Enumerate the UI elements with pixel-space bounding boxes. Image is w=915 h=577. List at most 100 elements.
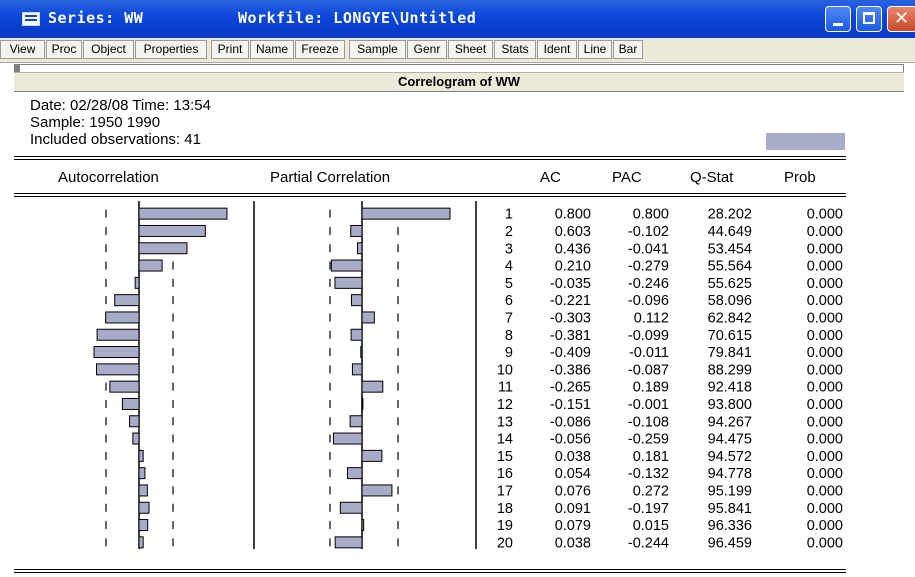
qstat-value: 70.615: [708, 328, 752, 344]
ac-bar: [96, 328, 140, 341]
ac-bar: [114, 294, 140, 307]
lag-value: 13: [497, 414, 513, 430]
qstat-value: 44.649: [708, 224, 752, 240]
ac-value: 0.054: [555, 466, 591, 482]
pac-bar: [361, 449, 383, 462]
ac-value: 0.091: [555, 501, 591, 517]
ac-bar: [134, 276, 140, 289]
qstat-value: 95.199: [708, 483, 752, 499]
lag-value: 14: [497, 432, 513, 448]
pac-bar: [334, 276, 363, 289]
ac-bar: [129, 415, 140, 428]
pac-value: 0.272: [633, 483, 669, 499]
qstat-value: 62.842: [708, 310, 752, 326]
prob-value: 0.000: [807, 241, 843, 257]
pac-bar: [349, 415, 363, 428]
ac-value: 0.076: [555, 483, 591, 499]
ac-value: -0.035: [550, 276, 591, 292]
qstat-value: 92.418: [708, 380, 752, 396]
qstat-value: 96.336: [708, 518, 752, 534]
pac-value: -0.001: [628, 397, 669, 413]
lag-value: 5: [505, 276, 513, 292]
ac-value: 0.436: [555, 241, 591, 257]
ac-bar: [109, 380, 140, 393]
lag-value: 6: [505, 293, 513, 309]
prob-value: 0.000: [807, 483, 843, 499]
prob-value: 0.000: [807, 362, 843, 378]
prob-value: 0.000: [807, 466, 843, 482]
pac-value: 0.181: [633, 449, 669, 465]
ac-bar: [138, 536, 144, 549]
lag-value: 20: [497, 535, 513, 551]
pac-value: -0.099: [628, 328, 669, 344]
prob-value: 0.000: [807, 259, 843, 275]
pac-bar: [333, 432, 363, 445]
prob-value: 0.000: [807, 276, 843, 292]
ac-bar: [138, 484, 148, 497]
ac-value: 0.079: [555, 518, 591, 534]
pac-bar: [330, 259, 363, 272]
qstat-value: 58.096: [708, 293, 752, 309]
qstat-value: 79.841: [708, 345, 752, 361]
qstat-value: 93.800: [708, 397, 752, 413]
lag-value: 1: [505, 207, 513, 223]
qstat-value: 55.564: [708, 259, 752, 275]
pac-value: -0.096: [628, 293, 669, 309]
pac-bar: [350, 224, 363, 237]
ac-value: -0.381: [550, 328, 591, 344]
pac-bar: [361, 207, 451, 220]
lag-value: 18: [497, 501, 513, 517]
ac-bar: [138, 224, 206, 237]
qstat-value: 96.459: [708, 535, 752, 551]
ac-value: 0.038: [555, 535, 591, 551]
pac-bar: [350, 328, 363, 341]
pac-value: 0.189: [633, 380, 669, 396]
ac-bar: [138, 467, 146, 480]
ac-value: -0.265: [550, 380, 591, 396]
ac-bar: [138, 259, 163, 272]
ac-value: 0.603: [555, 224, 591, 240]
bottom-rule-2: [14, 572, 846, 573]
ac-bar: [132, 432, 140, 445]
ac-bar: [138, 501, 150, 514]
pac-value: 0.800: [633, 207, 669, 223]
ac-value: -0.151: [550, 397, 591, 413]
pac-bar: [351, 363, 363, 376]
ac-value: -0.056: [550, 432, 591, 448]
prob-value: 0.000: [807, 224, 843, 240]
lag-value: 4: [505, 259, 513, 275]
pac-value: 0.015: [633, 518, 669, 534]
ac-bar: [105, 311, 140, 324]
pac-bar: [361, 311, 375, 324]
lag-value: 19: [497, 518, 513, 534]
lag-value: 9: [505, 345, 513, 361]
lag-value: 12: [497, 397, 513, 413]
pac-value: -0.246: [628, 276, 669, 292]
lag-value: 15: [497, 449, 513, 465]
lag-value: 8: [505, 328, 513, 344]
correlogram-window: Series: WW Workfile: LONGYE\Untitled ✕ V…: [0, 0, 915, 577]
lag-value: 11: [498, 380, 513, 396]
qstat-value: 88.299: [708, 362, 752, 378]
ac-bar: [138, 207, 228, 220]
prob-value: 0.000: [807, 501, 843, 517]
prob-value: 0.000: [807, 207, 843, 223]
prob-value: 0.000: [807, 310, 843, 326]
prob-value: 0.000: [807, 380, 843, 396]
pac-value: -0.087: [628, 362, 669, 378]
pac-value: -0.011: [629, 345, 669, 361]
prob-value: 0.000: [807, 414, 843, 430]
prob-value: 0.000: [807, 293, 843, 309]
lag-value: 16: [497, 466, 513, 482]
pac-value: -0.108: [628, 414, 669, 430]
qstat-value: 94.267: [708, 414, 752, 430]
qstat-value: 55.625: [708, 276, 752, 292]
ac-bar: [138, 242, 188, 255]
ac-value: -0.221: [550, 293, 591, 309]
pac-bar: [350, 294, 363, 307]
lag-value: 2: [505, 224, 513, 240]
pac-value: -0.041: [628, 241, 669, 257]
ac-value: 0.210: [555, 259, 591, 275]
qstat-value: 95.841: [708, 501, 752, 517]
prob-value: 0.000: [807, 397, 843, 413]
